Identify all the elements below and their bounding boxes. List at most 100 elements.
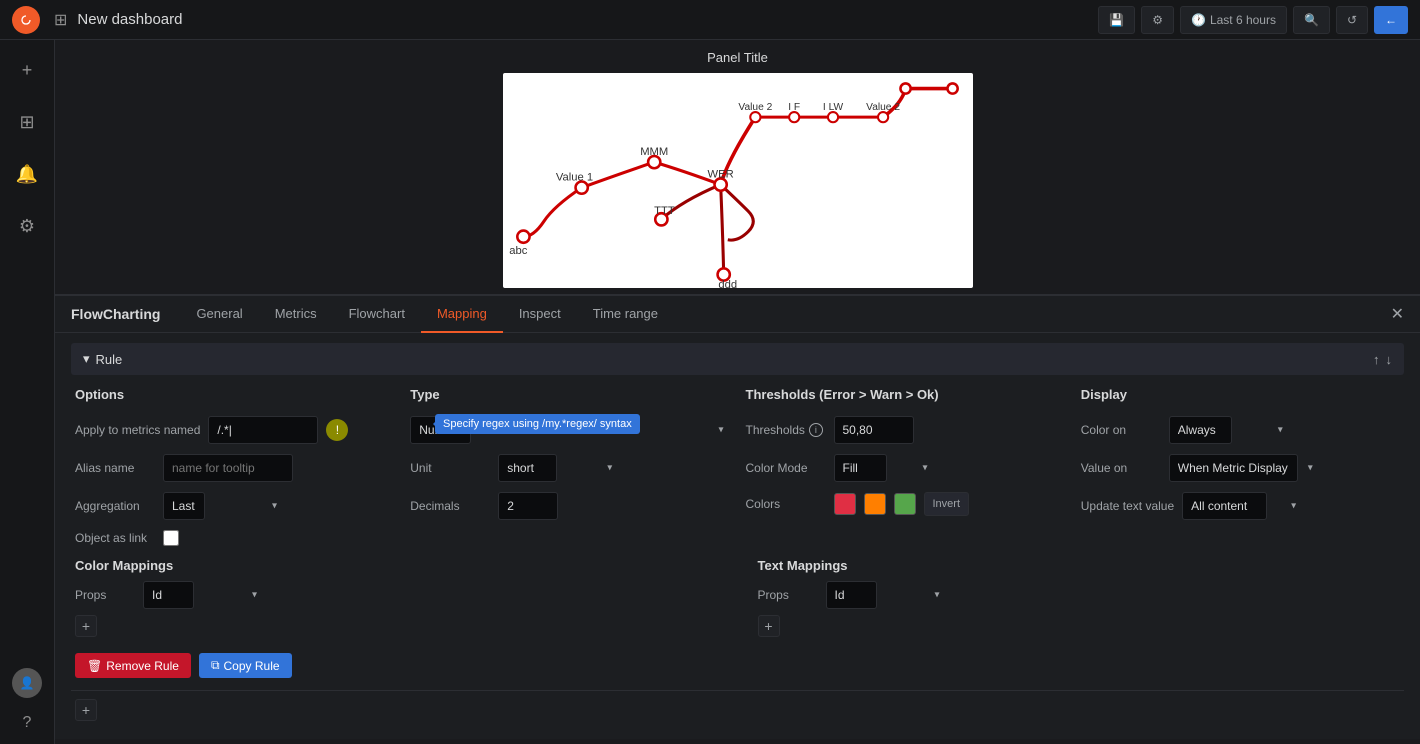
remove-rule-button[interactable]: 🗑 Remove Rule <box>75 653 191 678</box>
regex-indicator: ! <box>326 419 348 441</box>
object-as-link-row: Object as link <box>75 530 394 546</box>
alias-input[interactable] <box>163 454 293 482</box>
apply-metrics-label: Apply to metrics named <box>75 423 200 437</box>
color-swatch-green[interactable] <box>894 493 916 515</box>
node-value2a[interactable] <box>750 112 760 122</box>
copy-icon: ⧉ <box>211 658 220 673</box>
thresholds-input[interactable] <box>834 416 914 444</box>
node-if[interactable] <box>789 112 799 122</box>
trash-icon: 🗑 <box>87 659 102 673</box>
sidebar-item-alerts[interactable]: 🔔 <box>9 156 45 192</box>
thresholds-info-icon[interactable]: i <box>809 423 823 437</box>
color-swatch-red[interactable] <box>834 493 856 515</box>
tab-general[interactable]: General <box>180 296 258 333</box>
aggregation-row: Aggregation LastFirstMaxMinAvg <box>75 492 394 520</box>
object-as-link-checkbox[interactable] <box>163 530 179 546</box>
color-swatch-orange[interactable] <box>864 493 886 515</box>
copy-rule-button[interactable]: ⧉ Copy Rule <box>199 653 292 678</box>
text-mappings-id-select[interactable]: IdNameTag <box>826 581 877 609</box>
zoom-button[interactable]: 🔍 <box>1293 6 1330 34</box>
aggregation-select[interactable]: LastFirstMaxMinAvg <box>163 492 205 520</box>
invert-button[interactable]: Invert <box>924 492 970 516</box>
flowchart-panel: abc Value 1 MMM TTT ddd WER Value 2 I F … <box>503 73 973 288</box>
color-mappings-title: Color Mappings <box>75 558 718 573</box>
node-abc[interactable] <box>517 231 529 243</box>
sidebar-item-settings[interactable]: ⚙ <box>9 208 45 244</box>
tab-flowchart[interactable]: Flowchart <box>333 296 421 333</box>
apply-metrics-input[interactable] <box>208 416 318 444</box>
apply-metrics-row: Apply to metrics named ! Specify regex u… <box>75 416 394 444</box>
label-value1: Value 1 <box>555 172 592 184</box>
type-title: Type <box>410 387 729 402</box>
color-on-row: Color on AlwaysWarningError <box>1081 416 1400 444</box>
color-mappings-props: Props <box>75 588 135 602</box>
decimals-input[interactable] <box>498 492 558 520</box>
options-title: Options <box>75 387 394 402</box>
left-sidebar: + ⊞ 🔔 ⚙ 👤 ? <box>0 40 55 744</box>
back-button[interactable]: ← <box>1374 6 1408 34</box>
label-ddd: ddd <box>718 279 737 288</box>
rule-header[interactable]: ▾ Rule ↑ ↓ <box>71 343 1404 375</box>
top-nav-actions: 💾 ⚙ 🕐 Last 6 hours 🔍 ↺ ← <box>1098 6 1408 34</box>
arrow-down-icon[interactable]: ↓ <box>1386 352 1393 367</box>
color-mappings-add-button[interactable]: + <box>75 615 97 637</box>
alias-label: Alias name <box>75 461 155 475</box>
color-mappings-col: Color Mappings Props IdNameTag + <box>75 558 718 637</box>
decimals-row: Decimals <box>410 492 729 520</box>
settings-button[interactable]: ⚙ <box>1141 6 1174 34</box>
thresholds-column: Thresholds (Error > Warn > Ok) Threshold… <box>746 387 1065 546</box>
dashboard-title: New dashboard <box>77 11 182 28</box>
update-text-row: Update text value All contentReplace tex… <box>1081 492 1400 520</box>
label-value2b: Value 2 <box>866 102 900 113</box>
alias-row: Alias name <box>75 454 394 482</box>
node-n1[interactable] <box>900 83 910 93</box>
grafana-logo[interactable] <box>12 6 40 34</box>
color-on-select[interactable]: AlwaysWarningError <box>1169 416 1232 444</box>
color-mode-select[interactable]: FillStrokeText <box>834 454 887 482</box>
aggregation-label: Aggregation <box>75 499 155 513</box>
value-on-row: Value on When Metric DisplayAlwaysNever <box>1081 454 1400 482</box>
sidebar-item-dashboard[interactable]: ⊞ <box>9 104 45 140</box>
save-button[interactable]: 💾 <box>1098 6 1135 34</box>
chevron-down-icon: ▾ <box>83 351 90 367</box>
options-grid: Options Apply to metrics named ! Specify… <box>71 387 1404 546</box>
close-button[interactable]: ✕ <box>1391 304 1404 324</box>
label-if: I F <box>788 102 800 113</box>
refresh-button[interactable]: ↺ <box>1336 6 1368 34</box>
tab-mapping[interactable]: Mapping <box>421 296 503 333</box>
text-mappings-col: Text Mappings Props IdNameTag + <box>758 558 1401 637</box>
node-n2[interactable] <box>947 83 957 93</box>
unit-select[interactable]: shortlongpercentbytes <box>498 454 557 482</box>
node-ilw[interactable] <box>827 112 837 122</box>
tab-inspect[interactable]: Inspect <box>503 296 577 333</box>
display-title: Display <box>1081 387 1400 402</box>
help-icon[interactable]: ? <box>23 714 32 732</box>
add-rule-button[interactable]: + <box>75 699 97 721</box>
label-value2a: Value 2 <box>738 102 772 113</box>
flowchart-svg: abc Value 1 MMM TTT ddd WER Value 2 I F … <box>503 73 973 288</box>
text-mappings-props: Props <box>758 588 818 602</box>
update-text-select[interactable]: All contentReplace textAppend <box>1182 492 1267 520</box>
time-range-picker[interactable]: 🕐 Last 6 hours <box>1180 6 1287 34</box>
text-mappings-add-button[interactable]: + <box>758 615 780 637</box>
top-nav: ⊞ New dashboard 💾 ⚙ 🕐 Last 6 hours 🔍 ↺ ← <box>0 0 1420 40</box>
value-on-select[interactable]: When Metric DisplayAlwaysNever <box>1169 454 1298 482</box>
update-text-label: Update text value <box>1081 499 1174 513</box>
arrow-up-icon[interactable]: ↑ <box>1373 352 1380 367</box>
action-buttons: 🗑 Remove Rule ⧉ Copy Rule <box>71 641 1404 682</box>
colors-label: Colors <box>746 497 826 511</box>
tab-metrics[interactable]: Metrics <box>259 296 333 333</box>
node-value2b[interactable] <box>877 112 887 122</box>
rule-section: ▾ Rule ↑ ↓ Options Apply to metrics name… <box>55 333 1420 739</box>
tab-timerange[interactable]: Time range <box>577 296 674 333</box>
decimals-label: Decimals <box>410 499 490 513</box>
panel-area: Panel Title <box>55 40 1420 294</box>
sidebar-item-add[interactable]: + <box>9 52 45 88</box>
add-rule-area: + <box>71 690 1404 729</box>
type-column: Type NumberStringDate Unit <box>410 387 729 546</box>
color-mappings-id-select[interactable]: IdNameTag <box>143 581 194 609</box>
label-mmm: MMM <box>640 146 668 158</box>
color-on-label: Color on <box>1081 423 1161 437</box>
label-ilw: I LW <box>822 102 843 113</box>
user-avatar[interactable]: 👤 <box>12 668 42 698</box>
